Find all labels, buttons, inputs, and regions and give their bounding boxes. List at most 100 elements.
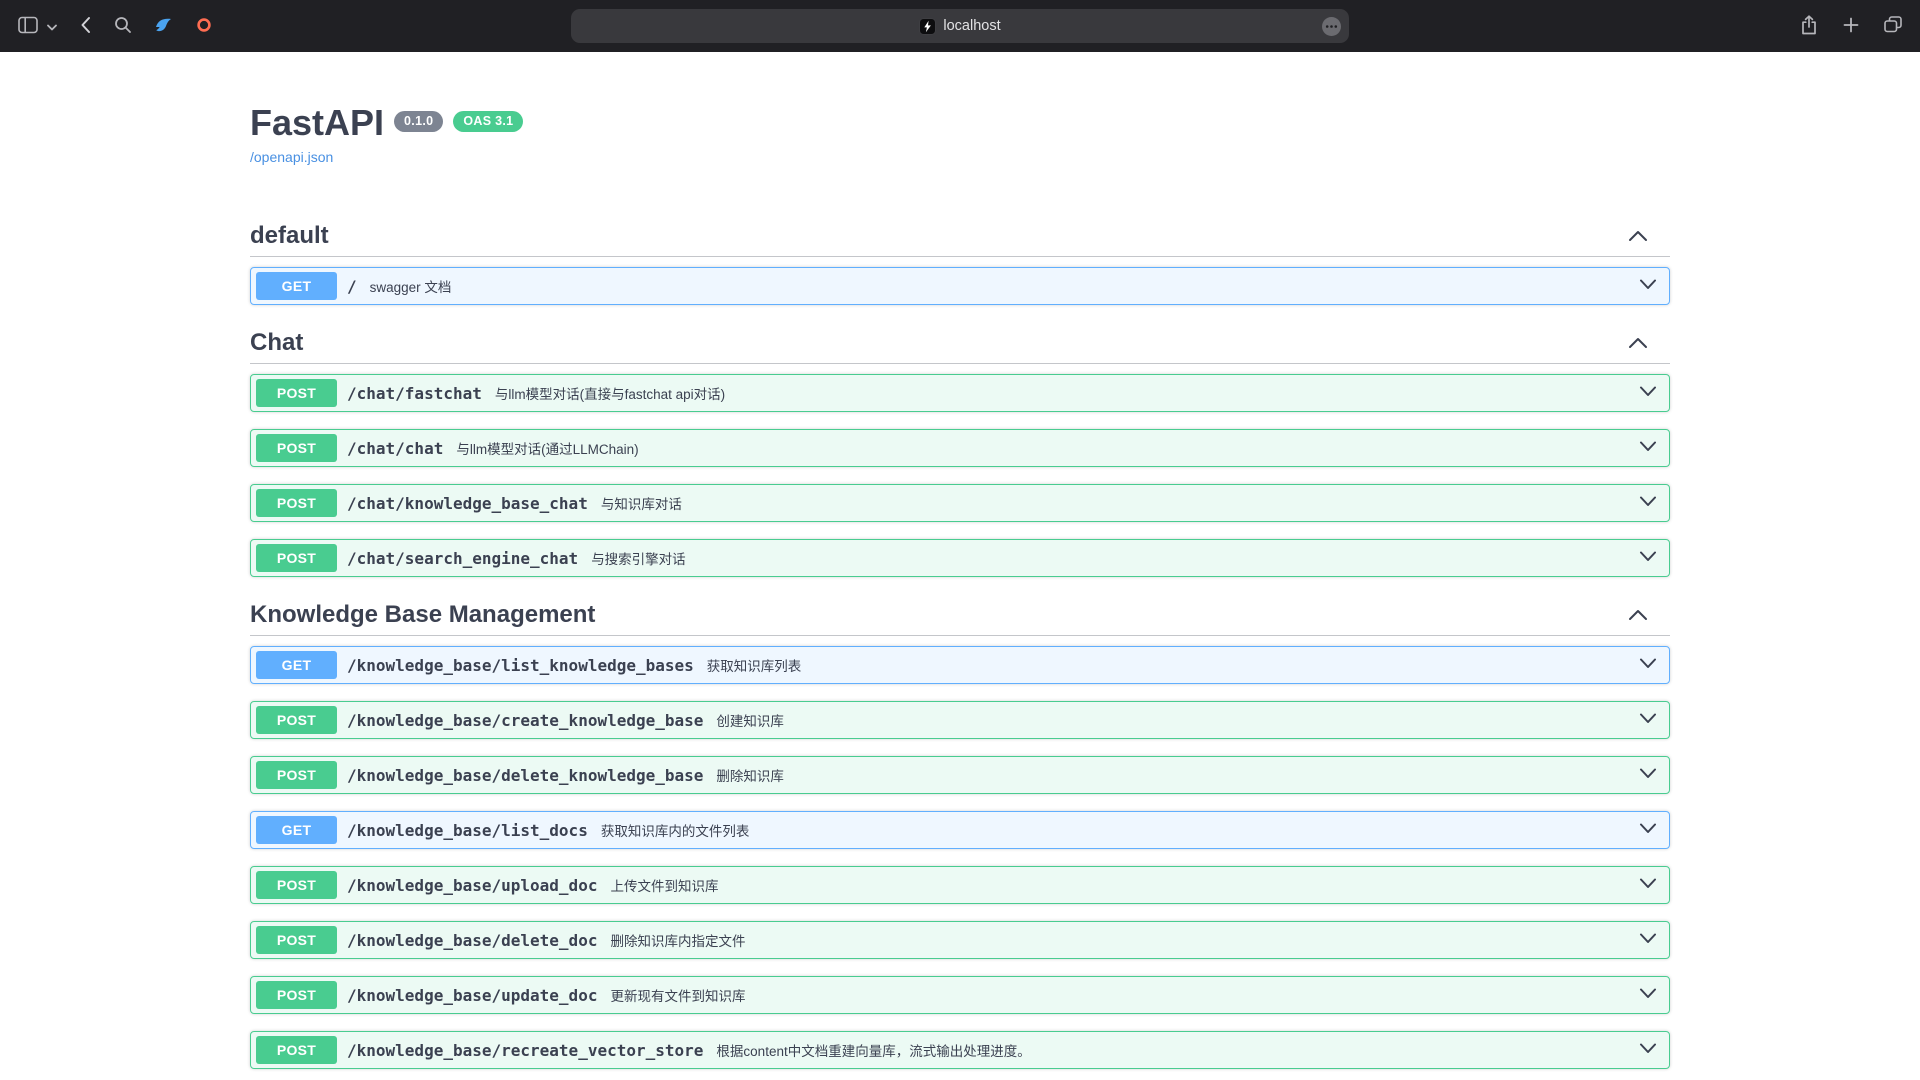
- tab-overview-button[interactable]: [1882, 14, 1904, 38]
- page-menu-button[interactable]: [1321, 16, 1342, 40]
- page-title: FastAPI0.1.0OAS 3.1: [250, 102, 1670, 144]
- endpoint-path: /knowledge_base/delete_knowledge_base: [347, 766, 703, 785]
- endpoint-path: /chat/knowledge_base_chat: [347, 494, 588, 513]
- http-method-badge: POST: [256, 379, 337, 407]
- orange-ring-button[interactable]: [194, 15, 214, 38]
- expand-endpoint-icon[interactable]: [1639, 766, 1657, 784]
- endpoint-path: /knowledge_base/recreate_vector_store: [347, 1041, 703, 1060]
- endpoint-path: /knowledge_base/delete_doc: [347, 931, 597, 950]
- sidebar-menu-chevron-button[interactable]: [45, 17, 59, 36]
- expand-endpoint-icon[interactable]: [1639, 821, 1657, 839]
- expand-endpoint-icon[interactable]: [1639, 549, 1657, 567]
- section-title: default: [250, 221, 329, 250]
- endpoint-path: /chat/search_engine_chat: [347, 549, 578, 568]
- expand-endpoint-icon[interactable]: [1639, 711, 1657, 729]
- http-method-badge: GET: [256, 651, 337, 679]
- endpoint-row[interactable]: GET /knowledge_base/list_docs 获取知识库内的文件列…: [250, 811, 1670, 849]
- blue-bookmark-button[interactable]: [153, 15, 175, 38]
- endpoint-row[interactable]: POST /chat/chat 与llm模型对话(通过LLMChain): [250, 429, 1670, 467]
- endpoint-description: 上传文件到知识库: [610, 875, 718, 895]
- swagger-page: FastAPI0.1.0OAS 3.1 /openapi.json defaul…: [230, 52, 1690, 1069]
- http-method-badge: POST: [256, 761, 337, 789]
- blue-bird-icon: [155, 17, 173, 36]
- address-url-text: localhost: [943, 18, 1000, 34]
- api-tag-section: default GET / swagger 文档: [250, 215, 1670, 305]
- expand-endpoint-icon[interactable]: [1639, 384, 1657, 402]
- http-method-badge: GET: [256, 816, 337, 844]
- http-method-badge: POST: [256, 434, 337, 462]
- section-header-chat[interactable]: Chat: [250, 322, 1670, 364]
- tab-overview-icon: [1884, 16, 1902, 36]
- expand-endpoint-icon[interactable]: [1639, 439, 1657, 457]
- collapse-section-icon[interactable]: [1628, 225, 1648, 247]
- endpoint-path: /knowledge_base/upload_doc: [347, 876, 597, 895]
- endpoint-description: 删除知识库: [716, 765, 784, 785]
- endpoint-list: GET /knowledge_base/list_knowledge_bases…: [250, 636, 1670, 1069]
- address-bar[interactable]: localhost: [571, 9, 1349, 43]
- page-menu-ellipsis-icon: [1321, 16, 1342, 40]
- endpoint-row[interactable]: POST /chat/fastchat 与llm模型对话(直接与fastchat…: [250, 374, 1670, 412]
- plus-icon: [1843, 17, 1859, 36]
- endpoint-row[interactable]: POST /knowledge_base/update_doc 更新现有文件到知…: [250, 976, 1670, 1014]
- endpoint-list: GET / swagger 文档: [250, 257, 1670, 305]
- http-method-badge: GET: [256, 272, 337, 300]
- endpoint-description: 与llm模型对话(通过LLMChain): [456, 438, 638, 458]
- endpoint-row[interactable]: POST /chat/search_engine_chat 与搜索引擎对话: [250, 539, 1670, 577]
- chevron-down-icon: [47, 19, 57, 34]
- collapse-section-icon[interactable]: [1628, 604, 1648, 626]
- http-method-badge: POST: [256, 489, 337, 517]
- openapi-spec-link[interactable]: /openapi.json: [250, 149, 333, 165]
- endpoint-path: /chat/chat: [347, 439, 443, 458]
- http-method-badge: POST: [256, 706, 337, 734]
- endpoint-description: 获取知识库列表: [707, 655, 802, 675]
- expand-endpoint-icon[interactable]: [1639, 876, 1657, 894]
- endpoint-description: 与知识库对话: [601, 493, 682, 513]
- http-method-badge: POST: [256, 1036, 337, 1064]
- endpoint-description: swagger 文档: [370, 276, 452, 296]
- endpoint-path: /knowledge_base/update_doc: [347, 986, 597, 1005]
- expand-endpoint-icon[interactable]: [1639, 986, 1657, 1004]
- toolbar-right-group: [1349, 13, 1904, 40]
- endpoint-row[interactable]: POST /knowledge_base/delete_doc 删除知识库内指定…: [250, 921, 1670, 959]
- expand-endpoint-icon[interactable]: [1639, 494, 1657, 512]
- endpoint-description: 根据content中文档重建向量库，流式输出处理进度。: [716, 1040, 1030, 1060]
- expand-endpoint-icon[interactable]: [1639, 656, 1657, 674]
- endpoint-path: /knowledge_base/create_knowledge_base: [347, 711, 703, 730]
- section-header-default[interactable]: default: [250, 215, 1670, 257]
- endpoint-description: 创建知识库: [716, 710, 784, 730]
- endpoint-path: /knowledge_base/list_docs: [347, 821, 588, 840]
- http-method-badge: POST: [256, 981, 337, 1009]
- expand-endpoint-icon[interactable]: [1639, 277, 1657, 295]
- endpoint-row[interactable]: POST /chat/knowledge_base_chat 与知识库对话: [250, 484, 1670, 522]
- expand-endpoint-icon[interactable]: [1639, 1041, 1657, 1059]
- share-icon: [1800, 15, 1818, 38]
- section-header-knowledge-base-management[interactable]: Knowledge Base Management: [250, 594, 1670, 636]
- sidebar-toggle-button[interactable]: [16, 14, 40, 39]
- site-favicon: [919, 18, 936, 35]
- search-button[interactable]: [112, 14, 134, 39]
- section-title: Knowledge Base Management: [250, 600, 595, 629]
- orange-ring-icon: [196, 17, 212, 36]
- endpoint-row[interactable]: POST /knowledge_base/upload_doc 上传文件到知识库: [250, 866, 1670, 904]
- api-sections: default GET / swagger 文档 Chat POST /chat…: [250, 215, 1670, 1069]
- toolbar-left-group: [16, 14, 571, 39]
- endpoint-row[interactable]: POST /knowledge_base/delete_knowledge_ba…: [250, 756, 1670, 794]
- endpoint-path: /knowledge_base/list_knowledge_bases: [347, 656, 694, 675]
- back-button[interactable]: [78, 14, 93, 39]
- endpoint-description: 与llm模型对话(直接与fastchat api对话): [495, 383, 725, 403]
- endpoint-row[interactable]: POST /knowledge_base/create_knowledge_ba…: [250, 701, 1670, 739]
- endpoint-path: /: [347, 277, 357, 296]
- new-tab-button[interactable]: [1841, 15, 1861, 38]
- http-method-badge: POST: [256, 544, 337, 572]
- share-button[interactable]: [1798, 13, 1820, 40]
- collapse-section-icon[interactable]: [1628, 332, 1648, 354]
- api-tag-section: Chat POST /chat/fastchat 与llm模型对话(直接与fas…: [250, 322, 1670, 577]
- back-icon: [80, 16, 91, 37]
- endpoint-row[interactable]: GET /knowledge_base/list_knowledge_bases…: [250, 646, 1670, 684]
- endpoint-row[interactable]: POST /knowledge_base/recreate_vector_sto…: [250, 1031, 1670, 1069]
- browser-toolbar: localhost: [0, 0, 1920, 52]
- endpoint-description: 获取知识库内的文件列表: [601, 820, 750, 840]
- endpoint-description: 删除知识库内指定文件: [610, 930, 745, 950]
- expand-endpoint-icon[interactable]: [1639, 931, 1657, 949]
- endpoint-row[interactable]: GET / swagger 文档: [250, 267, 1670, 305]
